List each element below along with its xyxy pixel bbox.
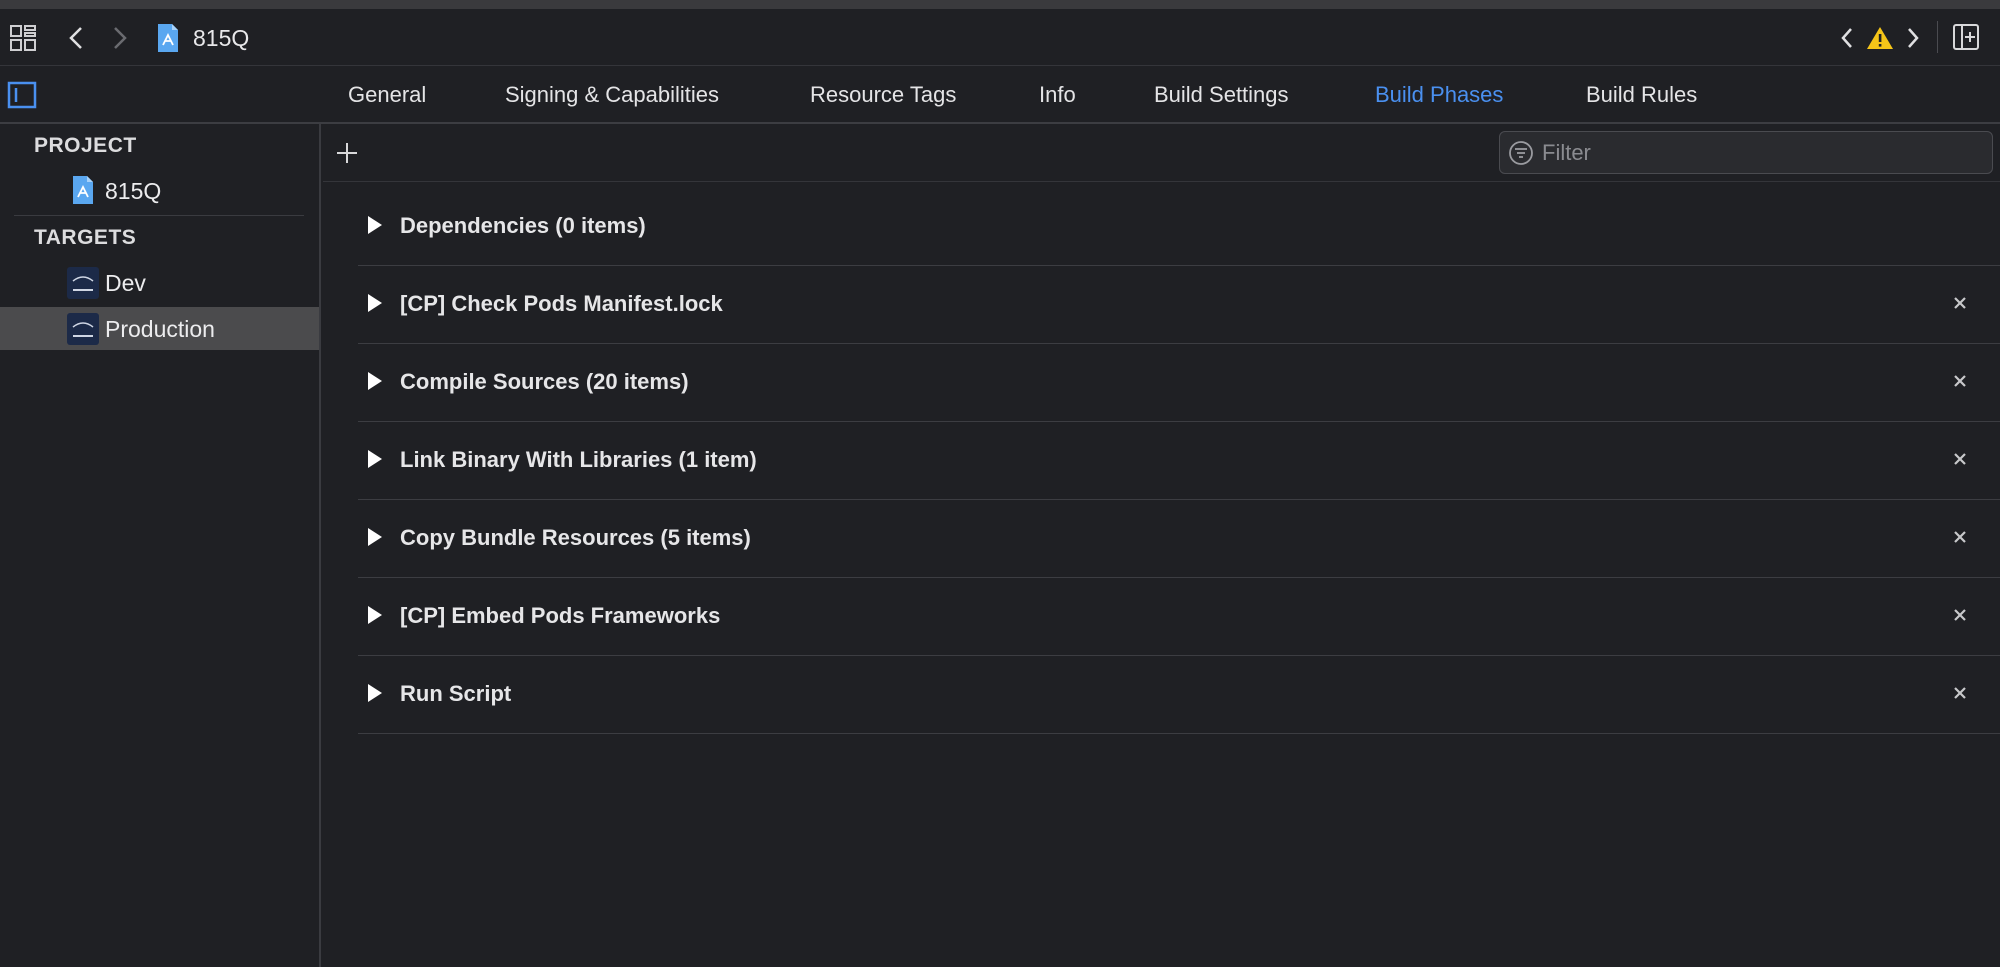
close-icon[interactable] bbox=[1948, 369, 1972, 393]
targets-section-header: TARGETS bbox=[34, 226, 137, 249]
project-section-header: PROJECT bbox=[34, 134, 137, 157]
tab-build-settings[interactable]: Build Settings bbox=[1154, 82, 1289, 108]
phase-copy-bundle-resources[interactable]: Copy Bundle Resources (5 items) bbox=[358, 500, 2000, 578]
phase-embed-pods-frameworks[interactable]: [CP] Embed Pods Frameworks bbox=[358, 578, 2000, 656]
phase-link-binary[interactable]: Link Binary With Libraries (1 item) bbox=[358, 422, 2000, 500]
tab-build-phases[interactable]: Build Phases bbox=[1375, 82, 1503, 108]
tab-signing-capabilities[interactable]: Signing & Capabilities bbox=[505, 82, 719, 108]
phase-title: [CP] Embed Pods Frameworks bbox=[400, 603, 721, 628]
window-top-strip bbox=[0, 0, 2000, 9]
issue-next-icon[interactable] bbox=[1902, 23, 1924, 53]
disclosure-triangle-icon[interactable] bbox=[368, 450, 382, 468]
editor-tab-bar: General Signing & Capabilities Resource … bbox=[0, 66, 2000, 124]
tab-info[interactable]: Info bbox=[1039, 82, 1076, 108]
filter-field[interactable] bbox=[1499, 131, 1993, 174]
disclosure-triangle-icon[interactable] bbox=[368, 684, 382, 702]
phase-run-script[interactable]: Run Script bbox=[358, 656, 2000, 734]
phases-toolbar bbox=[323, 124, 2000, 182]
project-file-icon bbox=[70, 173, 96, 207]
close-icon[interactable] bbox=[1948, 291, 1972, 315]
build-phases-editor: Dependencies (0 items) [CP] Check Pods M… bbox=[323, 124, 2000, 967]
issue-prev-icon[interactable] bbox=[1836, 23, 1858, 53]
sidebar-item-target-production[interactable]: Production bbox=[0, 307, 319, 350]
back-icon[interactable] bbox=[62, 23, 90, 53]
phase-title: Link Binary With Libraries (1 item) bbox=[400, 447, 757, 472]
editor-toolbar: 815Q bbox=[0, 9, 2000, 66]
disclosure-triangle-icon[interactable] bbox=[368, 606, 382, 624]
phase-title: Dependencies (0 items) bbox=[400, 213, 646, 238]
sidebar-item-label: Dev bbox=[105, 270, 146, 296]
disclosure-triangle-icon[interactable] bbox=[368, 372, 382, 390]
phase-title: Run Script bbox=[400, 681, 512, 706]
add-phase-icon[interactable] bbox=[334, 140, 360, 166]
phase-check-pods-manifest[interactable]: [CP] Check Pods Manifest.lock bbox=[358, 266, 2000, 344]
filter-input[interactable] bbox=[1542, 132, 1982, 173]
tab-build-rules[interactable]: Build Rules bbox=[1586, 82, 1697, 108]
close-icon[interactable] bbox=[1948, 603, 1972, 627]
sidebar-item-target-dev[interactable]: Dev bbox=[0, 261, 319, 304]
phase-compile-sources[interactable]: Compile Sources (20 items) bbox=[358, 344, 2000, 422]
tab-general[interactable]: General bbox=[348, 82, 426, 108]
sidebar-item-label: Production bbox=[105, 316, 215, 342]
sidebar-divider bbox=[14, 215, 304, 216]
phase-title: Copy Bundle Resources (5 items) bbox=[400, 525, 751, 550]
forward-icon[interactable] bbox=[106, 23, 134, 53]
phase-title: [CP] Check Pods Manifest.lock bbox=[400, 291, 723, 316]
phase-dependencies[interactable]: Dependencies (0 items) bbox=[358, 188, 2000, 266]
sidebar-item-project[interactable]: 815Q bbox=[0, 169, 319, 212]
close-icon[interactable] bbox=[1948, 447, 1972, 471]
close-icon[interactable] bbox=[1948, 681, 1972, 705]
disclosure-triangle-icon[interactable] bbox=[368, 216, 382, 234]
project-sidebar: PROJECT 815Q TARGETS Dev Production bbox=[0, 124, 321, 967]
toolbar-divider bbox=[1937, 21, 1938, 53]
disclosure-triangle-icon[interactable] bbox=[368, 528, 382, 546]
grid-icon[interactable] bbox=[8, 23, 38, 53]
project-file-icon bbox=[154, 21, 182, 55]
filter-icon bbox=[1508, 140, 1534, 166]
app-target-icon bbox=[67, 313, 99, 345]
disclosure-triangle-icon[interactable] bbox=[368, 294, 382, 312]
app-target-icon bbox=[67, 267, 99, 299]
warning-icon[interactable] bbox=[1864, 23, 1896, 53]
add-editor-icon[interactable] bbox=[1950, 21, 1982, 53]
sidebar-toggle-icon[interactable] bbox=[6, 80, 38, 110]
sidebar-item-label: 815Q bbox=[105, 178, 162, 204]
project-title[interactable]: 815Q bbox=[193, 25, 249, 52]
phase-title: Compile Sources (20 items) bbox=[400, 369, 689, 394]
close-icon[interactable] bbox=[1948, 525, 1972, 549]
tab-resource-tags[interactable]: Resource Tags bbox=[810, 82, 956, 108]
